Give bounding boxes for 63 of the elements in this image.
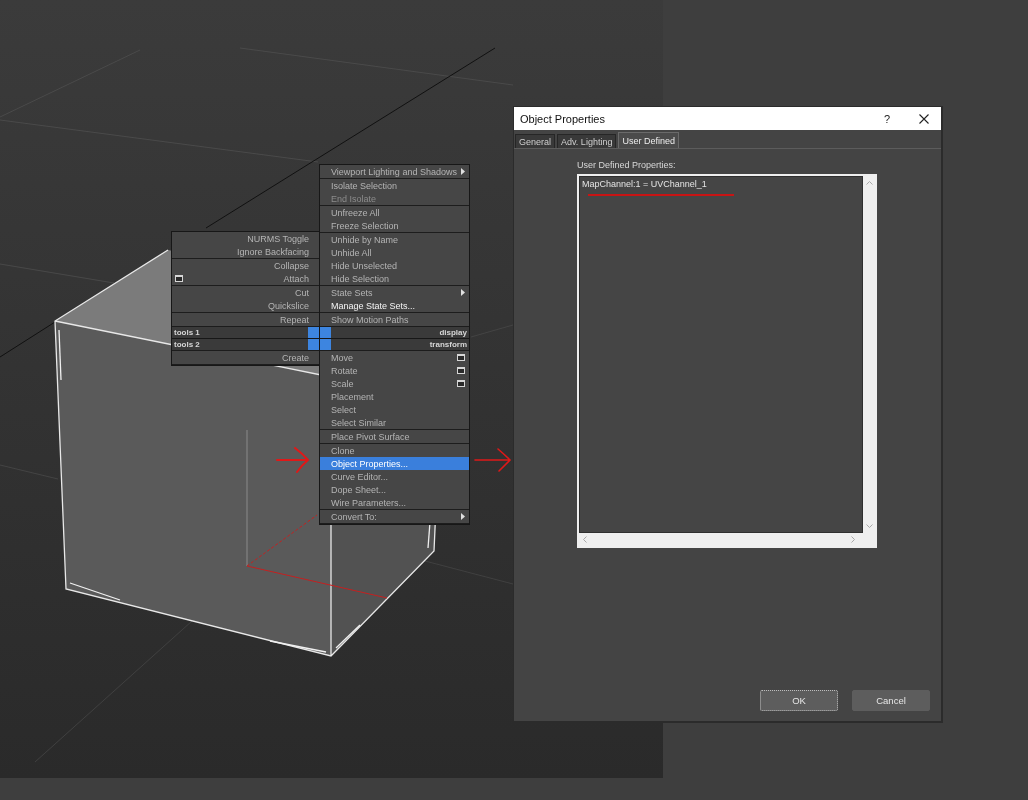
text-area-field[interactable]: MapChannel:1 = UVChannel_1 [579,176,863,533]
menu-item[interactable]: Isolate Selection [320,179,469,192]
annotation-arrow [474,448,512,472]
menu-item[interactable]: Place Pivot Surface [320,430,469,443]
selection-bracket [269,640,327,653]
menu-item[interactable]: Show Motion Paths [320,313,469,326]
quadrant-marker-icon[interactable] [320,327,331,338]
quadrant-marker-icon[interactable] [308,339,319,350]
grid-line [0,464,59,480]
menu-item[interactable]: Unfreeze All [320,206,469,219]
menu-item[interactable]: Wire Parameters... [320,496,469,509]
help-button[interactable]: ? [877,108,897,129]
menu-item[interactable]: Object Properties... [320,457,469,470]
dialog-button[interactable]: Cancel [852,690,930,711]
menu-item[interactable]: Scale [320,377,469,390]
menu-item[interactable]: Ignore Backfacing [172,245,319,258]
quadrant-marker-icon[interactable] [320,339,331,350]
grid-line [0,321,56,358]
menu-item[interactable]: Quickslice [172,299,319,312]
menu-item[interactable]: Move [320,351,469,364]
menu-item[interactable]: Curve Editor... [320,470,469,483]
menu-item[interactable]: Hide Selection [320,272,469,285]
selection-bracket [69,582,121,601]
field-label: User Defined Properties: [577,159,676,171]
menu-item[interactable]: Select [320,403,469,416]
quad-menu-title: display [438,327,468,338]
quadrant-marker-icon[interactable] [308,327,319,338]
tab[interactable]: General [515,134,556,148]
menu-item[interactable]: Unhide All [320,246,469,259]
chevron-right-icon[interactable] [851,536,855,543]
menu-item[interactable]: Freeze Selection [320,219,469,232]
dialog-button[interactable]: OK [760,690,838,711]
menu-item[interactable]: Collapse [172,259,319,272]
menu-item[interactable]: Placement [320,390,469,403]
menu-item[interactable]: Dope Sheet... [320,483,469,496]
quad-menu-title: tools 2 [173,339,201,350]
selection-bracket [58,329,62,381]
menu-item[interactable]: Hide Unselected [320,259,469,272]
quad-menu-title: tools 1 [173,327,201,338]
menu-item[interactable]: State Sets [320,286,469,299]
menu-item[interactable]: Convert To: [320,510,469,523]
chevron-down-icon[interactable] [865,524,873,528]
menu-item[interactable]: Repeat [172,313,319,326]
tab[interactable]: Adv. Lighting [557,134,617,148]
tab[interactable]: User Defined [618,132,679,148]
menu-item[interactable]: Rotate [320,364,469,377]
menu-item[interactable]: Viewport Lighting and Shadows [320,165,469,178]
menu-item[interactable]: Attach [172,272,319,285]
dialog-title: Object Properties [520,112,605,125]
annotation-arrow [276,447,310,473]
quad-menu-title: transform [428,339,468,350]
menu-item[interactable]: Unhide by Name [320,233,469,246]
selection-bracket [335,624,361,649]
menu-item[interactable]: Clone [320,444,469,457]
menu-item[interactable]: NURMS Toggle [172,232,319,245]
close-icon [919,113,929,124]
y-axis-line [246,514,318,567]
chevron-up-icon[interactable] [865,181,873,185]
menu-item[interactable]: Select Similar [320,416,469,429]
menu-item[interactable]: Manage State Sets... [320,299,469,312]
chevron-left-icon[interactable] [583,536,587,543]
menu-item[interactable]: Cut [172,286,319,299]
menu-item[interactable]: Create [172,351,319,364]
